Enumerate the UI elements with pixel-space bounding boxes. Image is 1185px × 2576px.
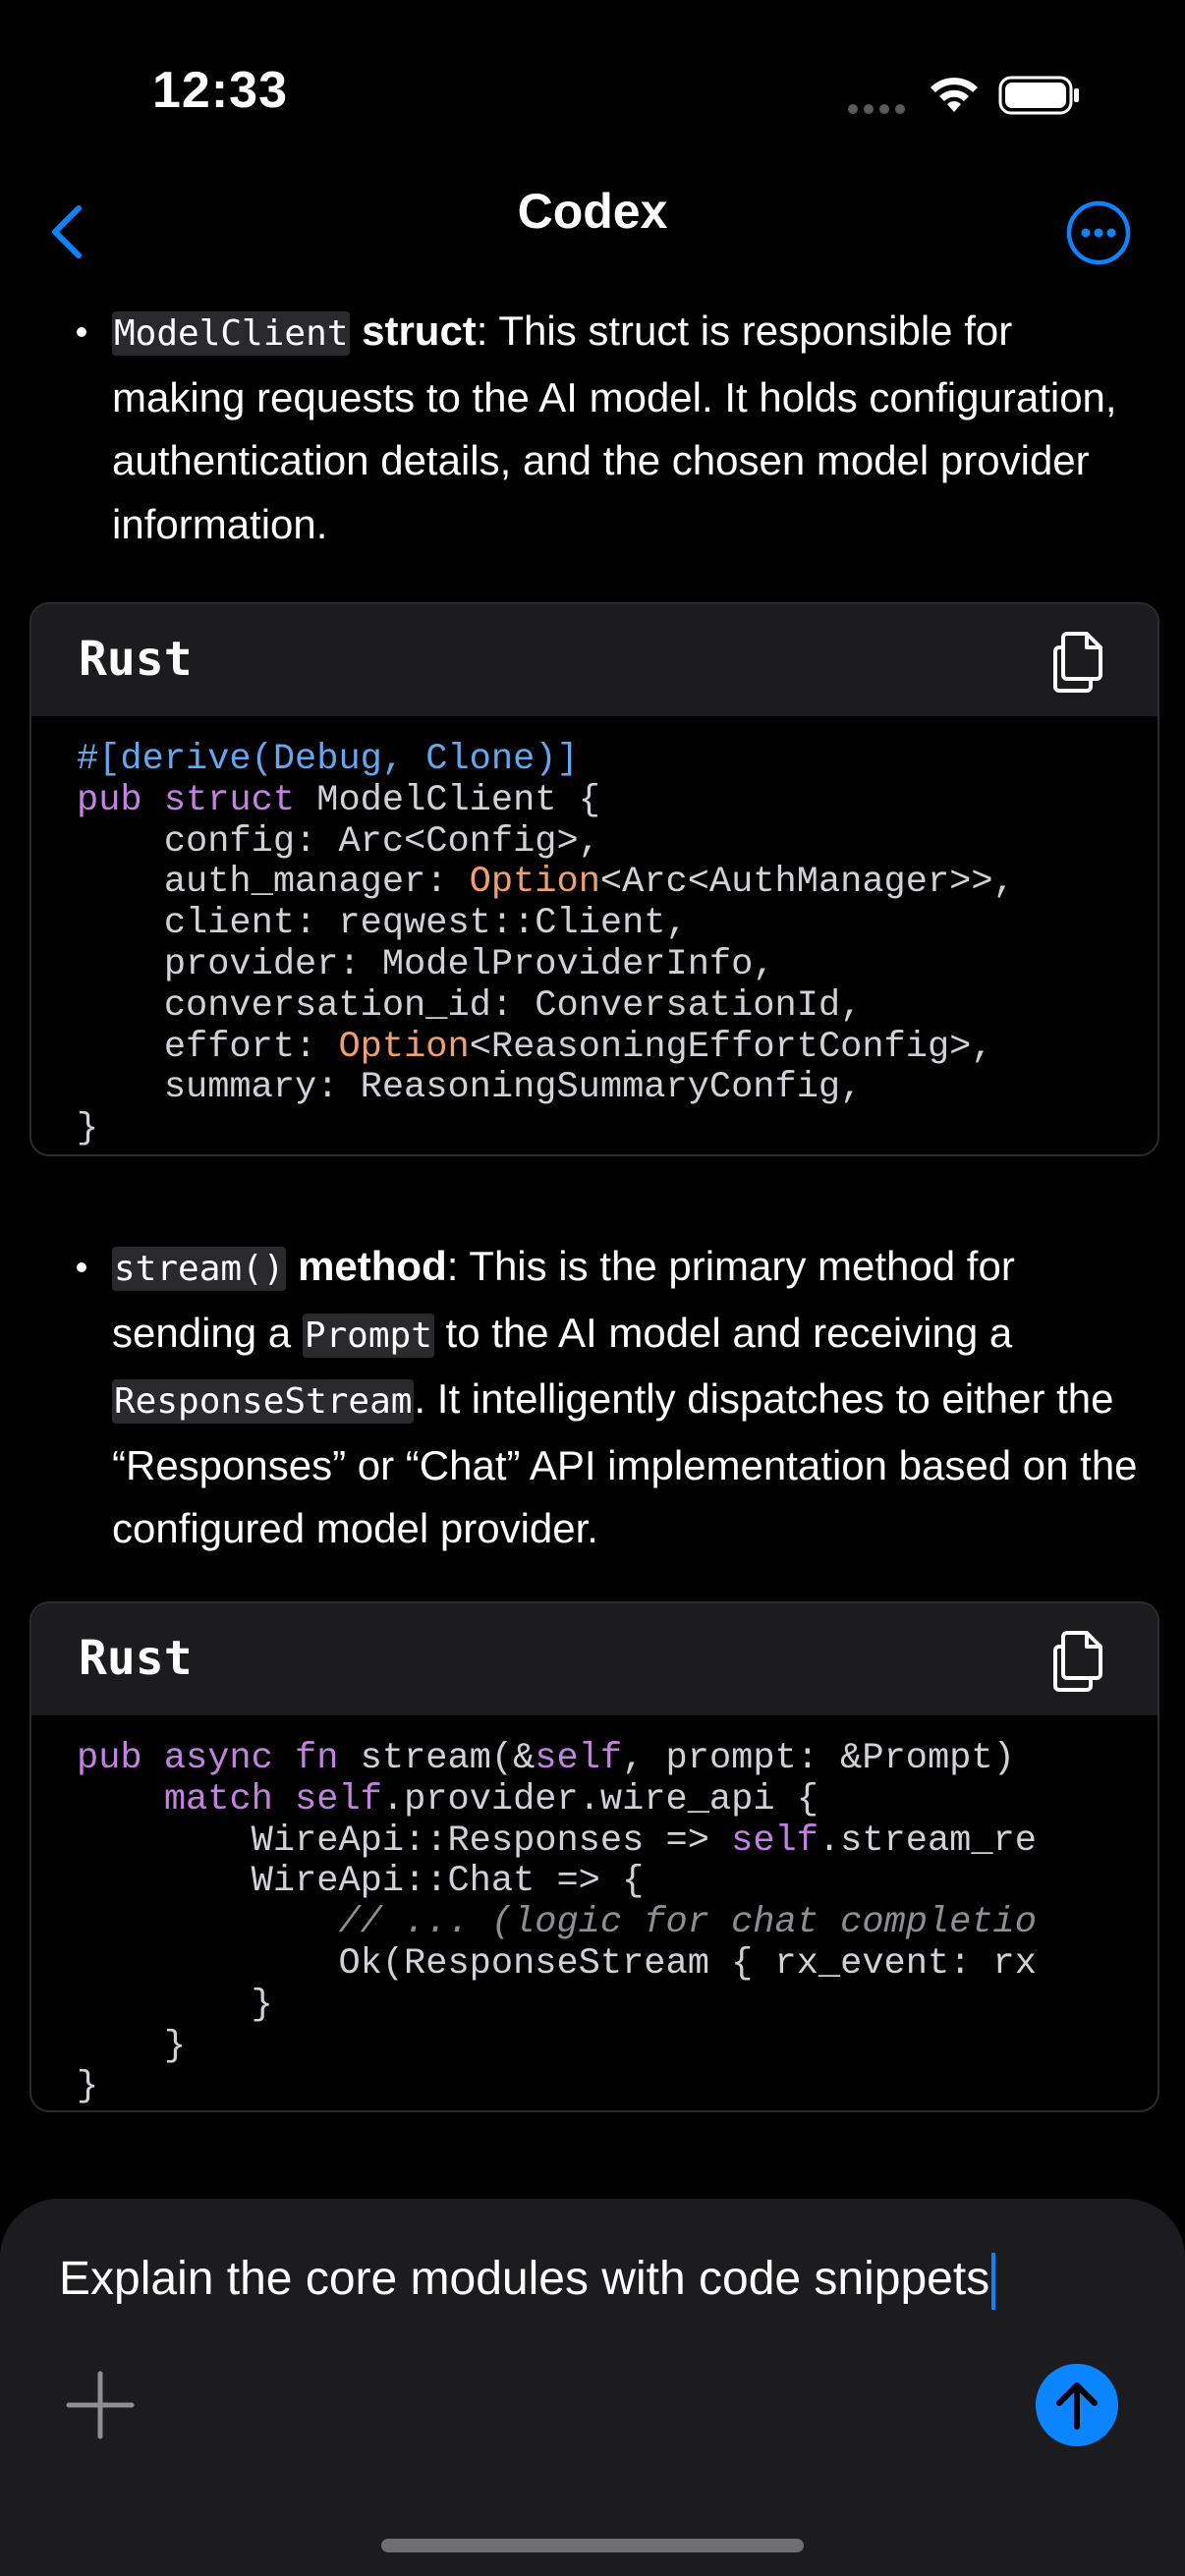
- code-block-header: Rust: [31, 604, 1157, 716]
- bullet-text: stream() method: This is the primary met…: [112, 1235, 1148, 1561]
- code-content: pub async fn stream(&self, prompt: &Prom…: [31, 1715, 1157, 2108]
- code-line: auth_manager: Option<Arc<AuthManager>>,: [77, 862, 1015, 904]
- code-content: #[derive(Debug, Clone)] pub struct Model…: [31, 716, 1157, 1150]
- bullet-text: ModelClient struct: This struct is respo…: [112, 300, 1148, 556]
- status-time: 12:33: [152, 62, 288, 119]
- code-line: config: Arc<Config>,: [77, 820, 600, 863]
- more-icon: [1066, 200, 1131, 265]
- send-button[interactable]: [1036, 2364, 1118, 2446]
- composer: Explain the core modules with code snipp…: [0, 2199, 1185, 2576]
- code-line: }: [77, 2025, 187, 2067]
- inline-code: ResponseStream: [112, 1379, 415, 1424]
- code-line: conversation_id: ConversationId,: [77, 984, 863, 1027]
- bullet-dot: [77, 327, 86, 337]
- code-line: effort: Option<ReasoningEffortConfig>,: [77, 1026, 993, 1068]
- code-line: provider: ModelProviderInfo,: [77, 943, 775, 985]
- wifi-icon: [931, 78, 978, 112]
- code-line: }: [77, 2066, 99, 2108]
- code-line: // ... (logic for chat completio: [77, 1902, 1037, 1944]
- code-line: pub async fn stream(&self, prompt: &Prom…: [77, 1738, 1015, 1779]
- more-button[interactable]: [1065, 199, 1132, 266]
- bold-text: method: [298, 1243, 447, 1289]
- battery-icon: [998, 76, 1079, 115]
- inline-code: stream(): [112, 1247, 287, 1291]
- copy-icon: [1053, 632, 1102, 693]
- code-line: #[derive(Debug, Clone)]: [77, 739, 579, 780]
- code-line: pub struct ModelClient {: [77, 779, 600, 821]
- arrow-up-icon: [1056, 2382, 1098, 2430]
- code-line: summary: ReasoningSummaryConfig,: [77, 1067, 863, 1109]
- body-text: to the AI model and receiving a: [433, 1309, 1013, 1356]
- code-block-model-client: Rust #[derive(Debug, Clone)] pub struct …: [29, 602, 1159, 1156]
- code-language-label: Rust: [79, 1631, 193, 1686]
- code-line: WireApi::Chat => {: [77, 1861, 645, 1903]
- inline-code: ModelClient: [112, 311, 351, 356]
- prompt-input[interactable]: Explain the core modules with code snipp…: [59, 2240, 1100, 2319]
- inline-code: Prompt: [302, 1313, 434, 1358]
- code-line: }: [77, 1984, 273, 2026]
- copy-code-button[interactable]: [1049, 630, 1110, 695]
- home-indicator: [381, 2539, 804, 2552]
- bullet-stream-method: stream() method: This is the primary met…: [67, 1235, 1148, 1561]
- bullet-dot: [77, 1262, 86, 1272]
- copy-code-button[interactable]: [1049, 1629, 1110, 1694]
- code-line: match self.provider.wire_api {: [163, 1778, 818, 1820]
- code-block-header: Rust: [31, 1603, 1157, 1715]
- code-line: WireApi::Responses => self.stream_re: [77, 1820, 1037, 1862]
- code-line: }: [77, 1108, 99, 1150]
- code-line: Ok(ResponseStream { rx_event: rx: [77, 1942, 1037, 1985]
- add-attachment-button[interactable]: [65, 2370, 136, 2440]
- bullet-model-client: ModelClient struct: This struct is respo…: [67, 300, 1148, 556]
- copy-icon: [1053, 1631, 1102, 1692]
- code-block-stream: Rust pub async fn stream(&self, prompt: …: [29, 1601, 1159, 2112]
- cellular-signal-icon: [848, 104, 905, 114]
- plus-icon: [66, 2371, 135, 2439]
- code-language-label: Rust: [79, 632, 193, 687]
- nav-title: Codex: [517, 184, 668, 239]
- text-caret: [991, 2253, 996, 2311]
- status-bar: 12:33: [0, 0, 1185, 187]
- prompt-input-text: Explain the core modules with code snipp…: [59, 2253, 990, 2305]
- bold-text: struct: [362, 308, 477, 354]
- code-line: client: reqwest::Client,: [77, 903, 688, 945]
